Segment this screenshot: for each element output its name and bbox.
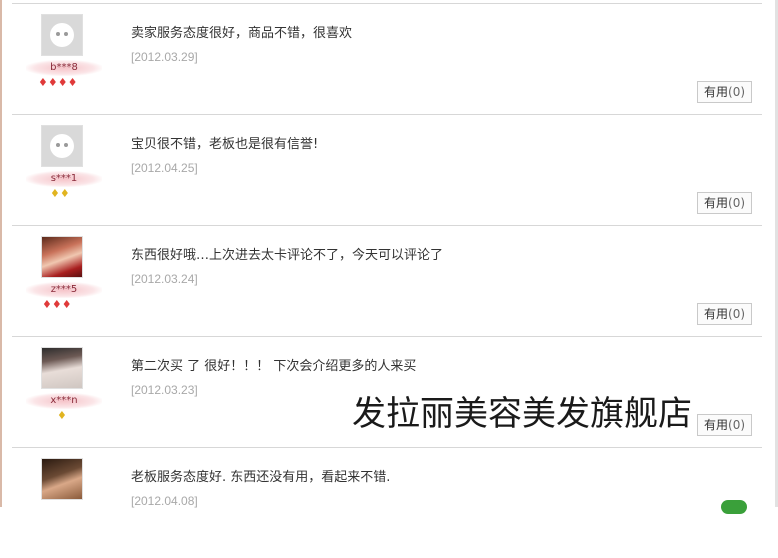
reviewer-username[interactable]: s***1 (26, 171, 102, 187)
useful-button[interactable]: 有用(0) (697, 414, 753, 436)
store-watermark: 发拉丽美容美发旗舰店 (352, 394, 692, 434)
review-date: [2012.04.08] (131, 494, 198, 508)
useful-button[interactable]: 有用(0) (697, 192, 753, 214)
online-status-icon[interactable] (721, 500, 747, 514)
review-date: [2012.03.29] (131, 50, 198, 64)
user-photo-avatar[interactable] (41, 458, 83, 500)
buyer-credit-badge-icon: ♦ (57, 409, 67, 422)
review-comment: 卖家服务态度很好，商品不错，很喜欢 (131, 26, 353, 41)
buyer-credit-badge-icon: ♦♦♦ (42, 298, 72, 311)
user-photo-avatar[interactable] (41, 347, 83, 389)
useful-count: (0) (728, 307, 746, 321)
useful-label: 有用 (704, 418, 729, 432)
review-date: [2012.03.24] (131, 272, 198, 286)
reviewer-username[interactable]: z***5 (26, 282, 102, 298)
buyer-credit-badge-icon: ♦♦♦♦ (38, 76, 78, 89)
review-date: [2012.03.23] (131, 383, 198, 397)
reviewer-username[interactable]: b***8 (26, 60, 102, 76)
useful-label: 有用 (704, 196, 729, 210)
review-item: 老板服务态度好. 东西还没有用，看起来不错. [2012.04.08] (12, 448, 762, 558)
reviewer-username[interactable]: x***n (26, 393, 102, 409)
review-date: [2012.04.25] (131, 161, 198, 175)
useful-button[interactable]: 有用(0) (697, 81, 753, 103)
review-comment: 第二次买 了 很好！！！ 下次会介绍更多的人来买 (131, 359, 417, 374)
review-item: z***5 ♦♦♦ 东西很好哦…上次进去太卡评论不了，今天可以评论了 [2012… (12, 226, 762, 337)
useful-count: (0) (728, 418, 746, 432)
review-comment: 宝贝很不错，老板也是很有信誉! (131, 137, 319, 152)
default-avatar-icon[interactable] (41, 14, 83, 56)
useful-label: 有用 (704, 85, 729, 99)
useful-button[interactable]: 有用(0) (697, 303, 753, 325)
review-comment: 东西很好哦…上次进去太卡评论不了，今天可以评论了 (131, 248, 444, 263)
useful-count: (0) (728, 85, 746, 99)
useful-count: (0) (728, 196, 746, 210)
review-item: s***1 ♦♦ 宝贝很不错，老板也是很有信誉! [2012.04.25] 有用… (12, 115, 762, 226)
left-frame-border (0, 0, 2, 507)
default-avatar-icon[interactable] (41, 125, 83, 167)
review-item: b***8 ♦♦♦♦ 卖家服务态度很好，商品不错，很喜欢 [2012.03.29… (12, 4, 762, 115)
useful-label: 有用 (704, 307, 729, 321)
buyer-credit-badge-icon: ♦♦ (50, 187, 70, 200)
review-comment: 老板服务态度好. 东西还没有用，看起来不错. (131, 470, 391, 485)
user-photo-avatar[interactable] (41, 236, 83, 278)
